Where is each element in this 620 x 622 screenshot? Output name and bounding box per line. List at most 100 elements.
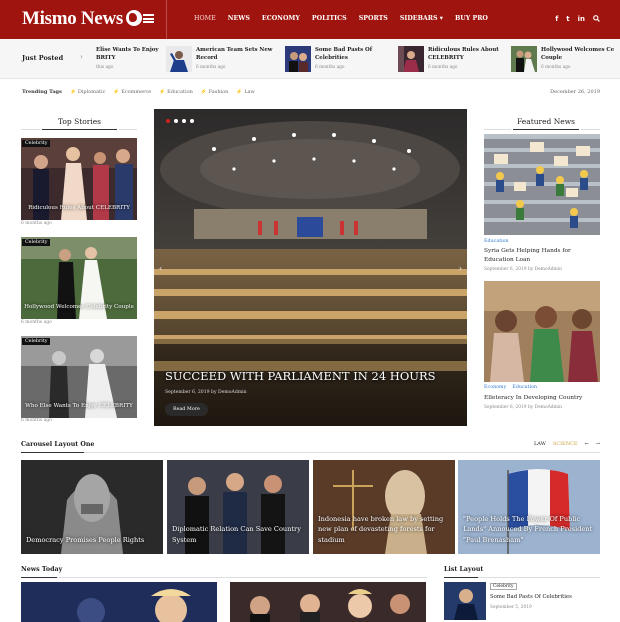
- tag-law[interactable]: ⚡ Law: [236, 89, 254, 95]
- top-story-card[interactable]: Celebrity Ridiculous Rules About CELEBRI…: [21, 138, 137, 220]
- category-badge[interactable]: Celebrity: [490, 583, 517, 590]
- just-posted-label: Just Posted: [22, 54, 64, 62]
- tag-fashion[interactable]: ⚡ Fashion: [201, 89, 229, 95]
- arrow-right-icon[interactable]: →: [596, 441, 600, 447]
- just-posted-title[interactable]: Ridiculous Rules About CELEBRITY: [428, 46, 508, 62]
- just-posted-thumbnail[interactable]: [398, 46, 424, 72]
- nav-item-news[interactable]: NEWS: [228, 15, 250, 22]
- just-posted-item[interactable]: Hollywood Welcomes Ce Couple 6 months ag…: [511, 46, 620, 72]
- carousel-card[interactable]: "People Holds The Power Of Public Lands"…: [458, 460, 600, 554]
- trending-tags-label: Trending Tags: [22, 89, 62, 95]
- nav-item-buy-pro[interactable]: BUY PRO: [455, 15, 488, 22]
- carousel-card[interactable]: Diplomatic Relation Can Save Country Sys…: [167, 460, 309, 554]
- divider: [57, 577, 427, 578]
- carousel-section-title: Carousel Layout One: [21, 441, 95, 448]
- featured-title[interactable]: Syria Gets Helping Hands for Education L…: [484, 247, 600, 264]
- divider: [484, 129, 511, 130]
- tab-science[interactable]: SCIENCE: [553, 441, 578, 447]
- just-posted-thumbnail[interactable]: [511, 46, 537, 72]
- nav-item-sidebars[interactable]: SIDEBARS ▾: [400, 15, 443, 22]
- featured-image[interactable]: [484, 281, 600, 382]
- site-logo[interactable]: Mismo News: [22, 8, 142, 30]
- featured-meta: September 6, 2019 by DemoAdmin: [484, 405, 562, 410]
- top-story-date: 6 months ago: [21, 320, 52, 325]
- just-posted-title[interactable]: American Team Sets New Record: [196, 46, 276, 62]
- top-story-title[interactable]: Who Else Wants To Enjoy CELEBRITY: [21, 403, 137, 409]
- tag-label: Education: [167, 89, 193, 95]
- facebook-icon[interactable]: f: [555, 15, 558, 23]
- slider-pagination: [166, 119, 194, 123]
- top-story-title[interactable]: Ridiculous Rules About CELEBRITY: [21, 205, 137, 211]
- tag-diplomatic[interactable]: ⚡ Diplomatic: [70, 89, 105, 95]
- carousel-card[interactable]: Indonesia have broken law by setting new…: [313, 460, 455, 554]
- slider-dot[interactable]: [190, 119, 194, 123]
- list-layout-thumbnail[interactable]: [444, 582, 486, 620]
- featured-categories: Education: [484, 239, 509, 244]
- carousel-card[interactable]: Democracy Promises People Rights: [21, 460, 163, 554]
- featured-image[interactable]: [484, 134, 600, 235]
- main-nav: HOME NEWS ECONOMY POLITICS SPORTS SIDEBA…: [194, 15, 488, 22]
- divider: [21, 129, 40, 130]
- slider-dot[interactable]: [182, 119, 186, 123]
- header-divider: [166, 0, 167, 39]
- featured-meta: September 6, 2019 by DemoAdmin: [484, 267, 562, 272]
- category-link[interactable]: Education: [484, 239, 509, 244]
- hero-slide-title[interactable]: SUCCEED WITH PARLIAMENT IN 24 HOURS: [165, 369, 435, 383]
- carousel-card-title[interactable]: Democracy Promises People Rights: [26, 535, 158, 546]
- just-posted-date: 6 months ago: [315, 65, 345, 70]
- nav-item-economy[interactable]: ECONOMY: [262, 15, 300, 22]
- nav-item-politics[interactable]: POLITICS: [312, 15, 347, 22]
- category-badge[interactable]: Celebrity: [22, 338, 51, 345]
- list-layout-item-title[interactable]: Some Bad Pasts Of Celebrities: [490, 594, 572, 600]
- top-story-date: 6 months ago: [21, 418, 52, 423]
- hero-slider[interactable]: ‹ › SUCCEED WITH PARLIAMENT IN 24 HOURS …: [154, 109, 467, 426]
- slider-dot[interactable]: [174, 119, 178, 123]
- tag-label: Diplomatic: [77, 89, 106, 95]
- top-story-title[interactable]: Hollywood Welcomes Celebrity Couple: [21, 304, 137, 310]
- just-posted-item[interactable]: Some Bad Pasts Of Celebrities 6 months a…: [285, 46, 395, 72]
- just-posted-title[interactable]: Elise Wants To Enjoy BRITY: [96, 46, 166, 62]
- news-today-image[interactable]: [21, 582, 217, 622]
- just-posted-title[interactable]: Some Bad Pasts Of Celebrities: [315, 46, 395, 62]
- category-link[interactable]: Education: [512, 385, 537, 390]
- just-posted-item[interactable]: American Team Sets New Record 6 months a…: [166, 46, 276, 72]
- twitter-icon[interactable]: t: [566, 15, 569, 23]
- hamburger-menu-icon[interactable]: [143, 14, 154, 23]
- read-more-button[interactable]: Read More: [165, 403, 208, 416]
- carousel-card-title[interactable]: "People Holds The Power Of Public Lands"…: [463, 514, 595, 546]
- chevron-left-icon[interactable]: ‹: [159, 264, 162, 273]
- chevron-right-icon[interactable]: ›: [459, 264, 462, 273]
- just-posted-thumbnail[interactable]: [285, 46, 311, 72]
- tag-label: Fashion: [208, 89, 229, 95]
- social-links: f t in: [555, 15, 600, 23]
- carousel-card-title[interactable]: Diplomatic Relation Can Save Country Sys…: [172, 524, 304, 545]
- featured-title[interactable]: Elleteracy In Developing Country: [484, 394, 600, 403]
- just-posted-bar: Just Posted › Elise Wants To Enjoy BRITY…: [0, 39, 620, 79]
- category-link[interactable]: Economy: [484, 385, 506, 390]
- nav-item-sports[interactable]: SPORTS: [359, 15, 388, 22]
- top-story-card[interactable]: Celebrity Hollywood Welcomes Celebrity C…: [21, 237, 137, 319]
- news-today-image[interactable]: [230, 582, 426, 622]
- divider: [21, 452, 84, 453]
- just-posted-thumbnail[interactable]: [166, 46, 192, 72]
- top-story-card[interactable]: Celebrity Who Else Wants To Enjoy CELEBR…: [21, 336, 137, 418]
- just-posted-date: 6 months ago: [541, 65, 571, 70]
- chevron-right-icon: ›: [80, 53, 83, 61]
- just-posted-item[interactable]: Ridiculous Rules About CELEBRITY 6 month…: [398, 46, 508, 72]
- tab-law[interactable]: LAW: [534, 441, 546, 447]
- nav-item-sidebars-label: SIDEBARS: [399, 15, 438, 22]
- carousel-card-title[interactable]: Indonesia have broken law by setting new…: [318, 514, 450, 546]
- search-icon[interactable]: [593, 15, 600, 23]
- category-badge[interactable]: Celebrity: [22, 239, 51, 246]
- nav-item-home[interactable]: HOME: [194, 15, 216, 22]
- carousel-tabs: LAW SCIENCE ← →: [534, 441, 600, 447]
- tag-education[interactable]: ⚡ Education: [159, 89, 193, 95]
- arrow-left-icon[interactable]: ←: [585, 441, 589, 447]
- category-badge[interactable]: Celebrity: [22, 140, 51, 147]
- tag-ecommerce[interactable]: ⚡ Ecommerce: [113, 89, 151, 95]
- list-layout-title: List Layout: [444, 566, 484, 573]
- just-posted-title[interactable]: Hollywood Welcomes Ce Couple: [541, 46, 620, 62]
- linkedin-icon[interactable]: in: [578, 15, 585, 23]
- globe-icon: [125, 10, 142, 26]
- slider-dot[interactable]: [166, 119, 170, 123]
